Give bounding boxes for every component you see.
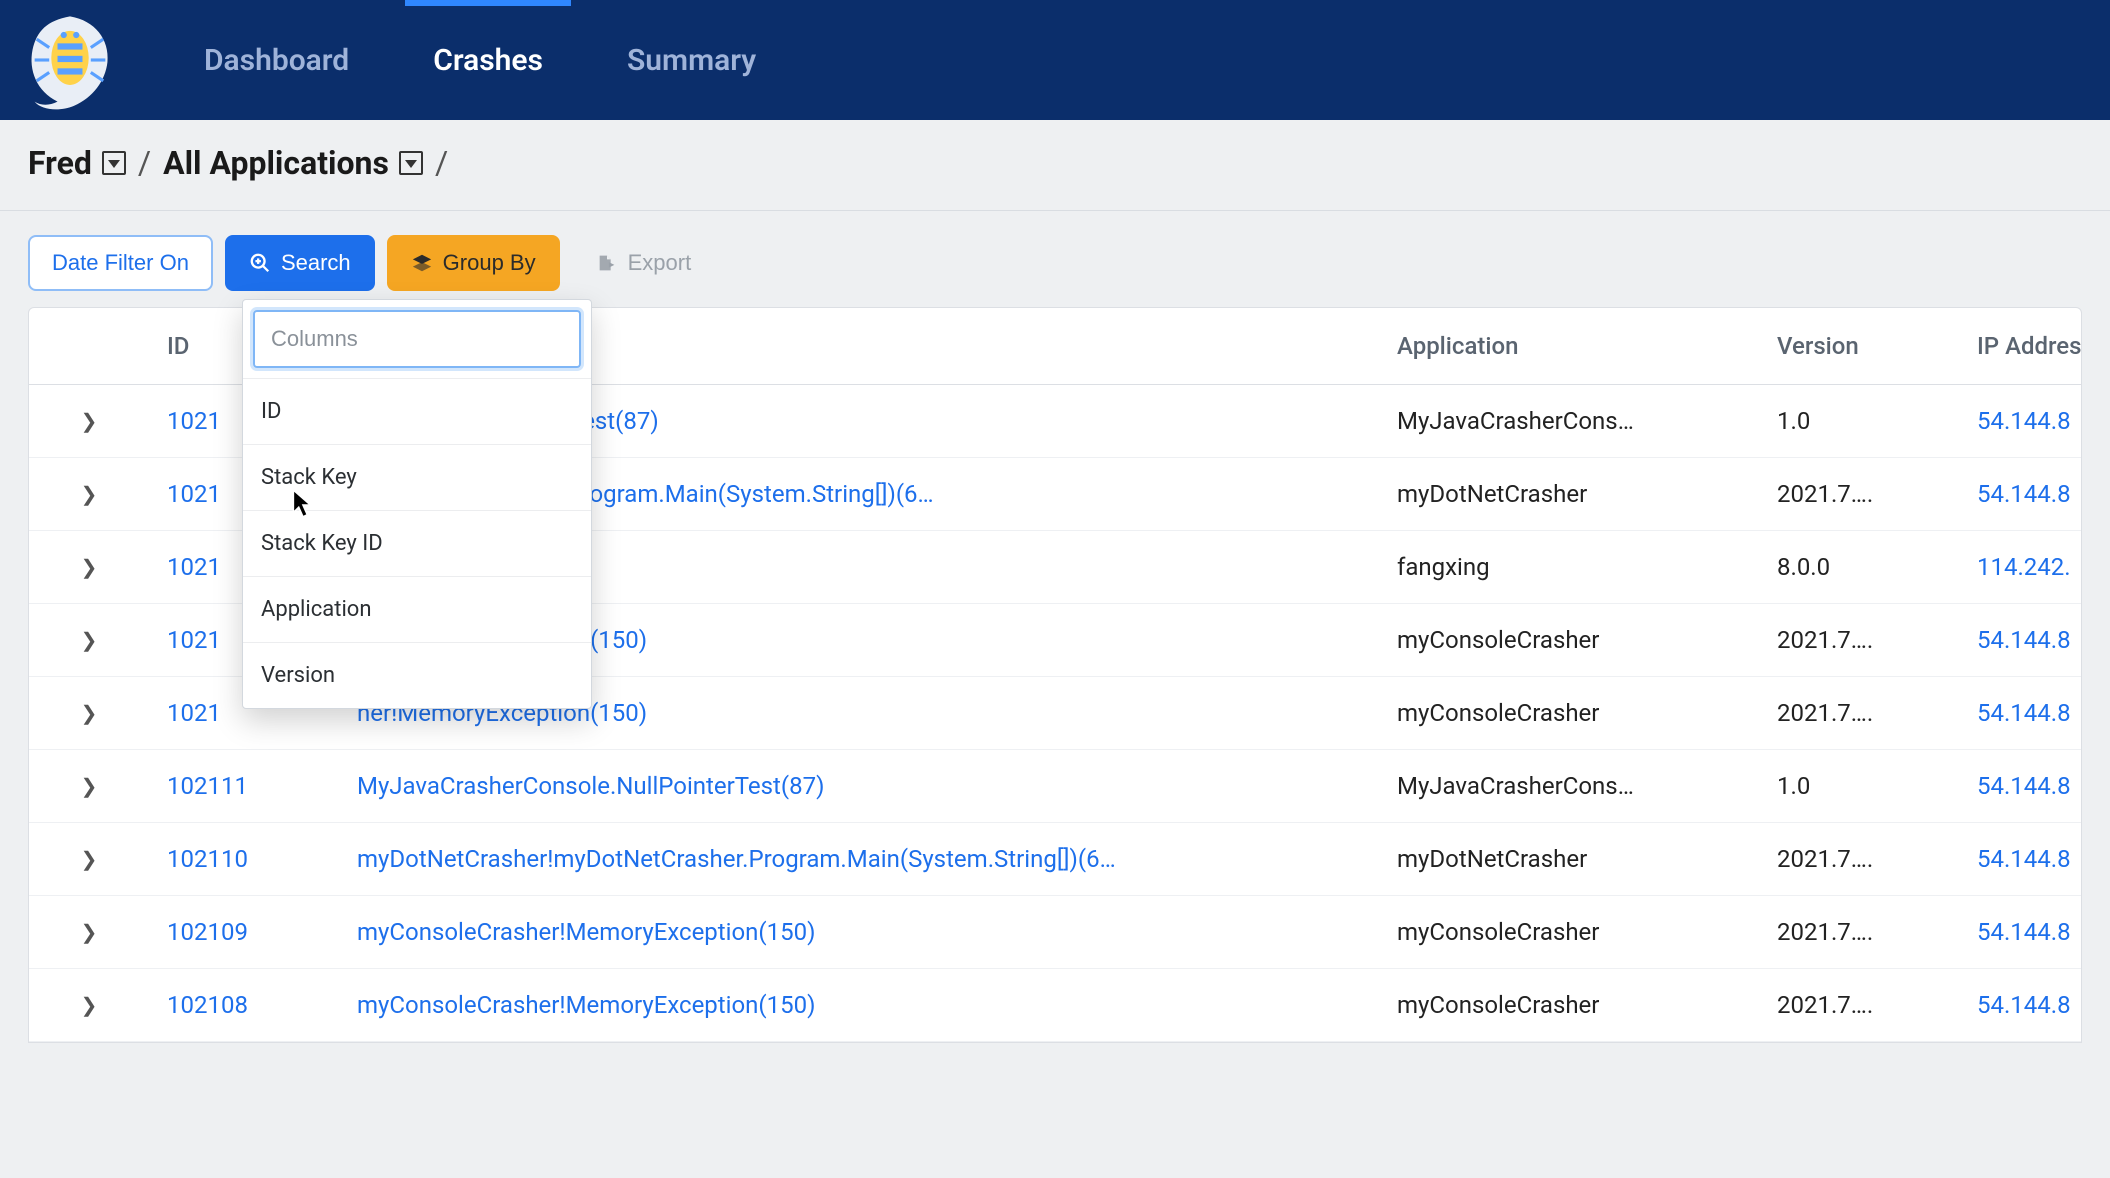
columns-search-wrap — [253, 310, 581, 368]
breadcrumb-part-applications[interactable]: All Applications — [163, 144, 423, 182]
layers-icon — [411, 252, 433, 274]
nav-crashes[interactable]: Crashes — [391, 0, 585, 120]
cell-version: 8.0.0 — [1759, 531, 1959, 604]
cell-ip[interactable]: 54.144.8 — [1959, 677, 2082, 750]
table-row: ❯102110myDotNetCrasher!myDotNetCrasher.P… — [29, 823, 2082, 896]
cell-id[interactable]: 102111 — [149, 750, 339, 823]
export-button: Export — [572, 235, 716, 291]
expand-row-icon[interactable]: ❯ — [29, 969, 149, 1042]
nav-dashboard[interactable]: Dashboard — [162, 0, 391, 120]
dropdown-item-stack-key-id[interactable]: Stack Key ID — [243, 510, 591, 576]
dropdown-item-application[interactable]: Application — [243, 576, 591, 642]
expand-row-icon[interactable]: ❯ — [29, 531, 149, 604]
cell-id[interactable]: 102110 — [149, 823, 339, 896]
app-logo[interactable] — [18, 8, 122, 112]
table-row: ❯102109myConsoleCrasher!MemoryException(… — [29, 896, 2082, 969]
dropdown-item-id[interactable]: ID — [243, 378, 591, 444]
toolbar: Date Filter On Search Group By Export ID… — [0, 211, 2110, 307]
expand-row-icon[interactable]: ❯ — [29, 823, 149, 896]
cell-application: myConsoleCrasher — [1379, 677, 1759, 750]
cell-version: 2021.7…. — [1759, 458, 1959, 531]
cell-application: fangxing — [1379, 531, 1759, 604]
cell-id[interactable]: 102109 — [149, 896, 339, 969]
expand-row-icon[interactable]: ❯ — [29, 750, 149, 823]
expand-row-icon[interactable]: ❯ — [29, 604, 149, 677]
group-by-button[interactable]: Group By — [387, 235, 560, 291]
cell-stack-key[interactable]: myDotNetCrasher!myDotNetCrasher.Program.… — [339, 823, 1379, 896]
cell-ip[interactable]: 54.144.8 — [1959, 604, 2082, 677]
cell-version: 1.0 — [1759, 750, 1959, 823]
breadcrumb-label: All Applications — [163, 144, 389, 182]
cell-application: myConsoleCrasher — [1379, 896, 1759, 969]
cell-version: 2021.7…. — [1759, 896, 1959, 969]
cell-version: 1.0 — [1759, 385, 1959, 458]
caret-down-icon[interactable] — [102, 151, 126, 175]
table-row: ❯102111MyJavaCrasherConsole.NullPointerT… — [29, 750, 2082, 823]
cell-application: myConsoleCrasher — [1379, 969, 1759, 1042]
expand-row-icon[interactable]: ❯ — [29, 896, 149, 969]
cell-ip[interactable]: 54.144.8 — [1959, 969, 2082, 1042]
cell-ip[interactable]: 54.144.8 — [1959, 896, 2082, 969]
cell-application: myDotNetCrasher — [1379, 823, 1759, 896]
button-label: Group By — [443, 250, 536, 276]
cell-version: 2021.7…. — [1759, 969, 1959, 1042]
breadcrumb: Fred / All Applications / — [0, 120, 2110, 211]
cell-ip[interactable]: 54.144.8 — [1959, 823, 2082, 896]
cell-application: myConsoleCrasher — [1379, 604, 1759, 677]
cell-ip[interactable]: 54.144.8 — [1959, 750, 2082, 823]
dropdown-item-version[interactable]: Version — [243, 642, 591, 708]
cell-ip[interactable]: 54.144.8 — [1959, 385, 2082, 458]
col-expand — [29, 308, 149, 385]
date-filter-button[interactable]: Date Filter On — [28, 235, 213, 291]
cell-ip[interactable]: 54.144.8 — [1959, 458, 2082, 531]
button-label: Date Filter On — [52, 250, 189, 276]
col-version[interactable]: Version — [1759, 308, 1959, 385]
table-row: ❯102108myConsoleCrasher!MemoryException(… — [29, 969, 2082, 1042]
cell-version: 2021.7…. — [1759, 677, 1959, 750]
button-label: Search — [281, 250, 351, 276]
cell-version: 2021.7…. — [1759, 823, 1959, 896]
caret-down-icon[interactable] — [399, 151, 423, 175]
cell-id[interactable]: 102108 — [149, 969, 339, 1042]
dropdown-item-stack-key[interactable]: Stack Key — [243, 444, 591, 510]
cell-stack-key[interactable]: MyJavaCrasherConsole.NullPointerTest(87) — [339, 750, 1379, 823]
col-ip-address[interactable]: IP Address — [1959, 308, 2082, 385]
export-icon — [596, 252, 618, 274]
col-application[interactable]: Application — [1379, 308, 1759, 385]
cell-application: MyJavaCrasherCons… — [1379, 750, 1759, 823]
nav-summary[interactable]: Summary — [585, 0, 798, 120]
breadcrumb-part-fred[interactable]: Fred — [28, 144, 126, 182]
columns-dropdown: ID Stack Key Stack Key ID Application Ve… — [242, 299, 592, 709]
expand-row-icon[interactable]: ❯ — [29, 385, 149, 458]
cell-application: myDotNetCrasher — [1379, 458, 1759, 531]
cell-stack-key[interactable]: myConsoleCrasher!MemoryException(150) — [339, 896, 1379, 969]
columns-search-input[interactable] — [271, 326, 563, 352]
button-label: Export — [628, 250, 692, 276]
cell-application: MyJavaCrasherCons… — [1379, 385, 1759, 458]
search-button[interactable]: Search — [225, 235, 375, 291]
breadcrumb-separator: / — [435, 144, 448, 182]
zoom-in-icon — [249, 252, 271, 274]
expand-row-icon[interactable]: ❯ — [29, 677, 149, 750]
cell-ip[interactable]: 114.242. — [1959, 531, 2082, 604]
expand-row-icon[interactable]: ❯ — [29, 458, 149, 531]
top-nav: Dashboard Crashes Summary — [0, 0, 2110, 120]
breadcrumb-label: Fred — [28, 144, 92, 182]
cell-version: 2021.7…. — [1759, 604, 1959, 677]
cell-stack-key[interactable]: myConsoleCrasher!MemoryException(150) — [339, 969, 1379, 1042]
breadcrumb-separator: / — [138, 144, 151, 182]
